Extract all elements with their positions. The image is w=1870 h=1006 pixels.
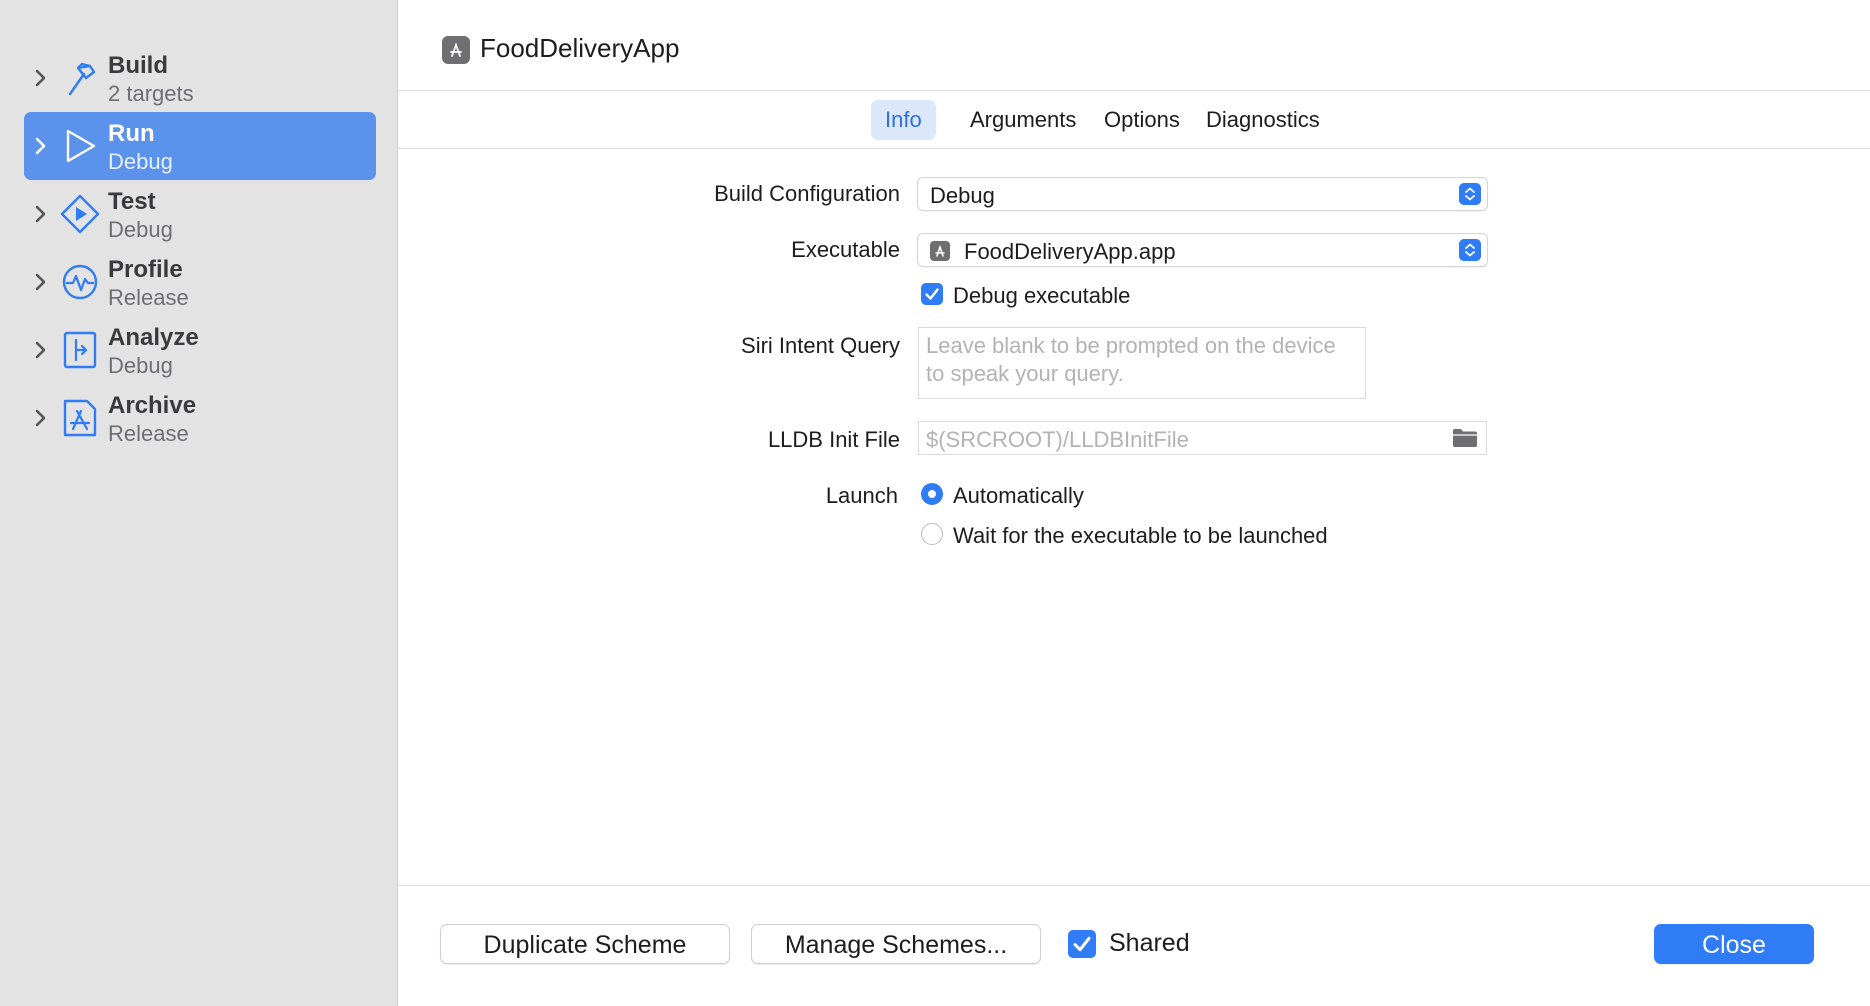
sidebar-item-test[interactable]: Test Debug (24, 180, 376, 248)
lldb-init-file-field[interactable]: $(SRCROOT)/LLDBInitFile (918, 421, 1487, 455)
app-icon (442, 36, 470, 64)
sidebar-item-title: Build (108, 52, 168, 79)
app-store-icon (63, 399, 97, 437)
tab-info[interactable]: Info (871, 100, 936, 140)
executable-value: FoodDeliveryApp.app (964, 239, 1176, 264)
chevron-right-icon[interactable] (32, 202, 50, 226)
sidebar-item-subtitle: Release (108, 285, 189, 310)
build-configuration-label: Build Configuration (714, 181, 900, 206)
siri-intent-query-placeholder: Leave blank to be prompted on the device… (926, 333, 1336, 386)
tab-diagnostics[interactable]: Diagnostics (1192, 100, 1334, 140)
up-down-chevron-icon (1459, 183, 1481, 205)
build-configuration-popup[interactable]: Debug (917, 177, 1488, 211)
sidebar-item-subtitle: Debug (108, 149, 173, 174)
chevron-right-icon[interactable] (32, 270, 50, 294)
sidebar-item-title: Analyze (108, 324, 199, 351)
tab-arguments[interactable]: Arguments (956, 100, 1090, 140)
launch-automatically-label: Automatically (953, 483, 1084, 508)
page-title: FoodDeliveryApp (480, 33, 680, 63)
play-icon (66, 129, 96, 163)
sidebar-item-build[interactable]: Build 2 targets (24, 44, 376, 112)
sidebar-item-profile[interactable]: Profile Release (24, 248, 376, 316)
scheme-actions-sidebar: Build 2 targets Run Debug Test Debug Pro… (0, 0, 398, 1006)
scheme-editor-main: FoodDeliveryApp Info Arguments Options D… (398, 0, 1870, 1006)
sidebar-item-title: Test (108, 188, 156, 215)
lldb-init-file-label: LLDB Init File (767, 427, 900, 452)
tab-options[interactable]: Options (1090, 100, 1194, 140)
sidebar-item-run[interactable]: Run Debug (24, 112, 376, 180)
sidebar-item-title: Archive (108, 392, 197, 419)
divider (398, 148, 1870, 149)
duplicate-scheme-button[interactable]: Duplicate Scheme (440, 924, 730, 964)
sidebar-item-archive[interactable]: Archive Release (24, 384, 376, 452)
divider (398, 90, 1870, 91)
sidebar-item-subtitle: Release (108, 421, 189, 446)
sidebar-item-analyze[interactable]: Analyze Debug (24, 316, 376, 384)
chevron-right-icon[interactable] (32, 134, 50, 158)
launch-label: Launch (825, 483, 898, 508)
chevron-right-icon[interactable] (32, 66, 50, 90)
build-configuration-value: Debug (930, 183, 995, 208)
debug-executable-label: Debug executable (953, 283, 1131, 308)
siri-intent-query-field[interactable]: Leave blank to be prompted on the device… (918, 327, 1366, 399)
launch-wait-label: Wait for the executable to be launched (953, 523, 1328, 548)
sidebar-item-subtitle: 2 targets (108, 81, 194, 106)
sidebar-item-title: Profile (108, 256, 183, 283)
executable-label: Executable (791, 237, 900, 262)
debug-executable-checkbox[interactable] (921, 283, 943, 305)
shared-label: Shared (1109, 929, 1190, 957)
sidebar-item-subtitle: Debug (108, 353, 173, 378)
sidebar-item-subtitle: Debug (108, 217, 173, 242)
launch-automatically-radio[interactable] (921, 483, 943, 505)
executable-popup[interactable]: FoodDeliveryApp.app (917, 233, 1488, 267)
hammer-icon (68, 62, 96, 96)
up-down-chevron-icon (1459, 239, 1481, 261)
chevron-right-icon[interactable] (32, 406, 50, 430)
waveform-icon (62, 264, 98, 300)
app-icon (930, 241, 950, 261)
shared-checkbox[interactable] (1068, 930, 1096, 958)
diamond-play-icon (60, 194, 100, 234)
analyze-icon (63, 331, 97, 369)
siri-intent-query-label: Siri Intent Query (741, 333, 900, 358)
chevron-right-icon[interactable] (32, 338, 50, 362)
launch-wait-radio[interactable] (921, 523, 943, 545)
lldb-init-file-placeholder: $(SRCROOT)/LLDBInitFile (926, 427, 1189, 452)
folder-icon[interactable] (1452, 428, 1478, 448)
divider (398, 885, 1870, 886)
sidebar-item-title: Run (108, 120, 155, 147)
manage-schemes-button[interactable]: Manage Schemes... (751, 924, 1041, 964)
close-button[interactable]: Close (1654, 924, 1814, 964)
